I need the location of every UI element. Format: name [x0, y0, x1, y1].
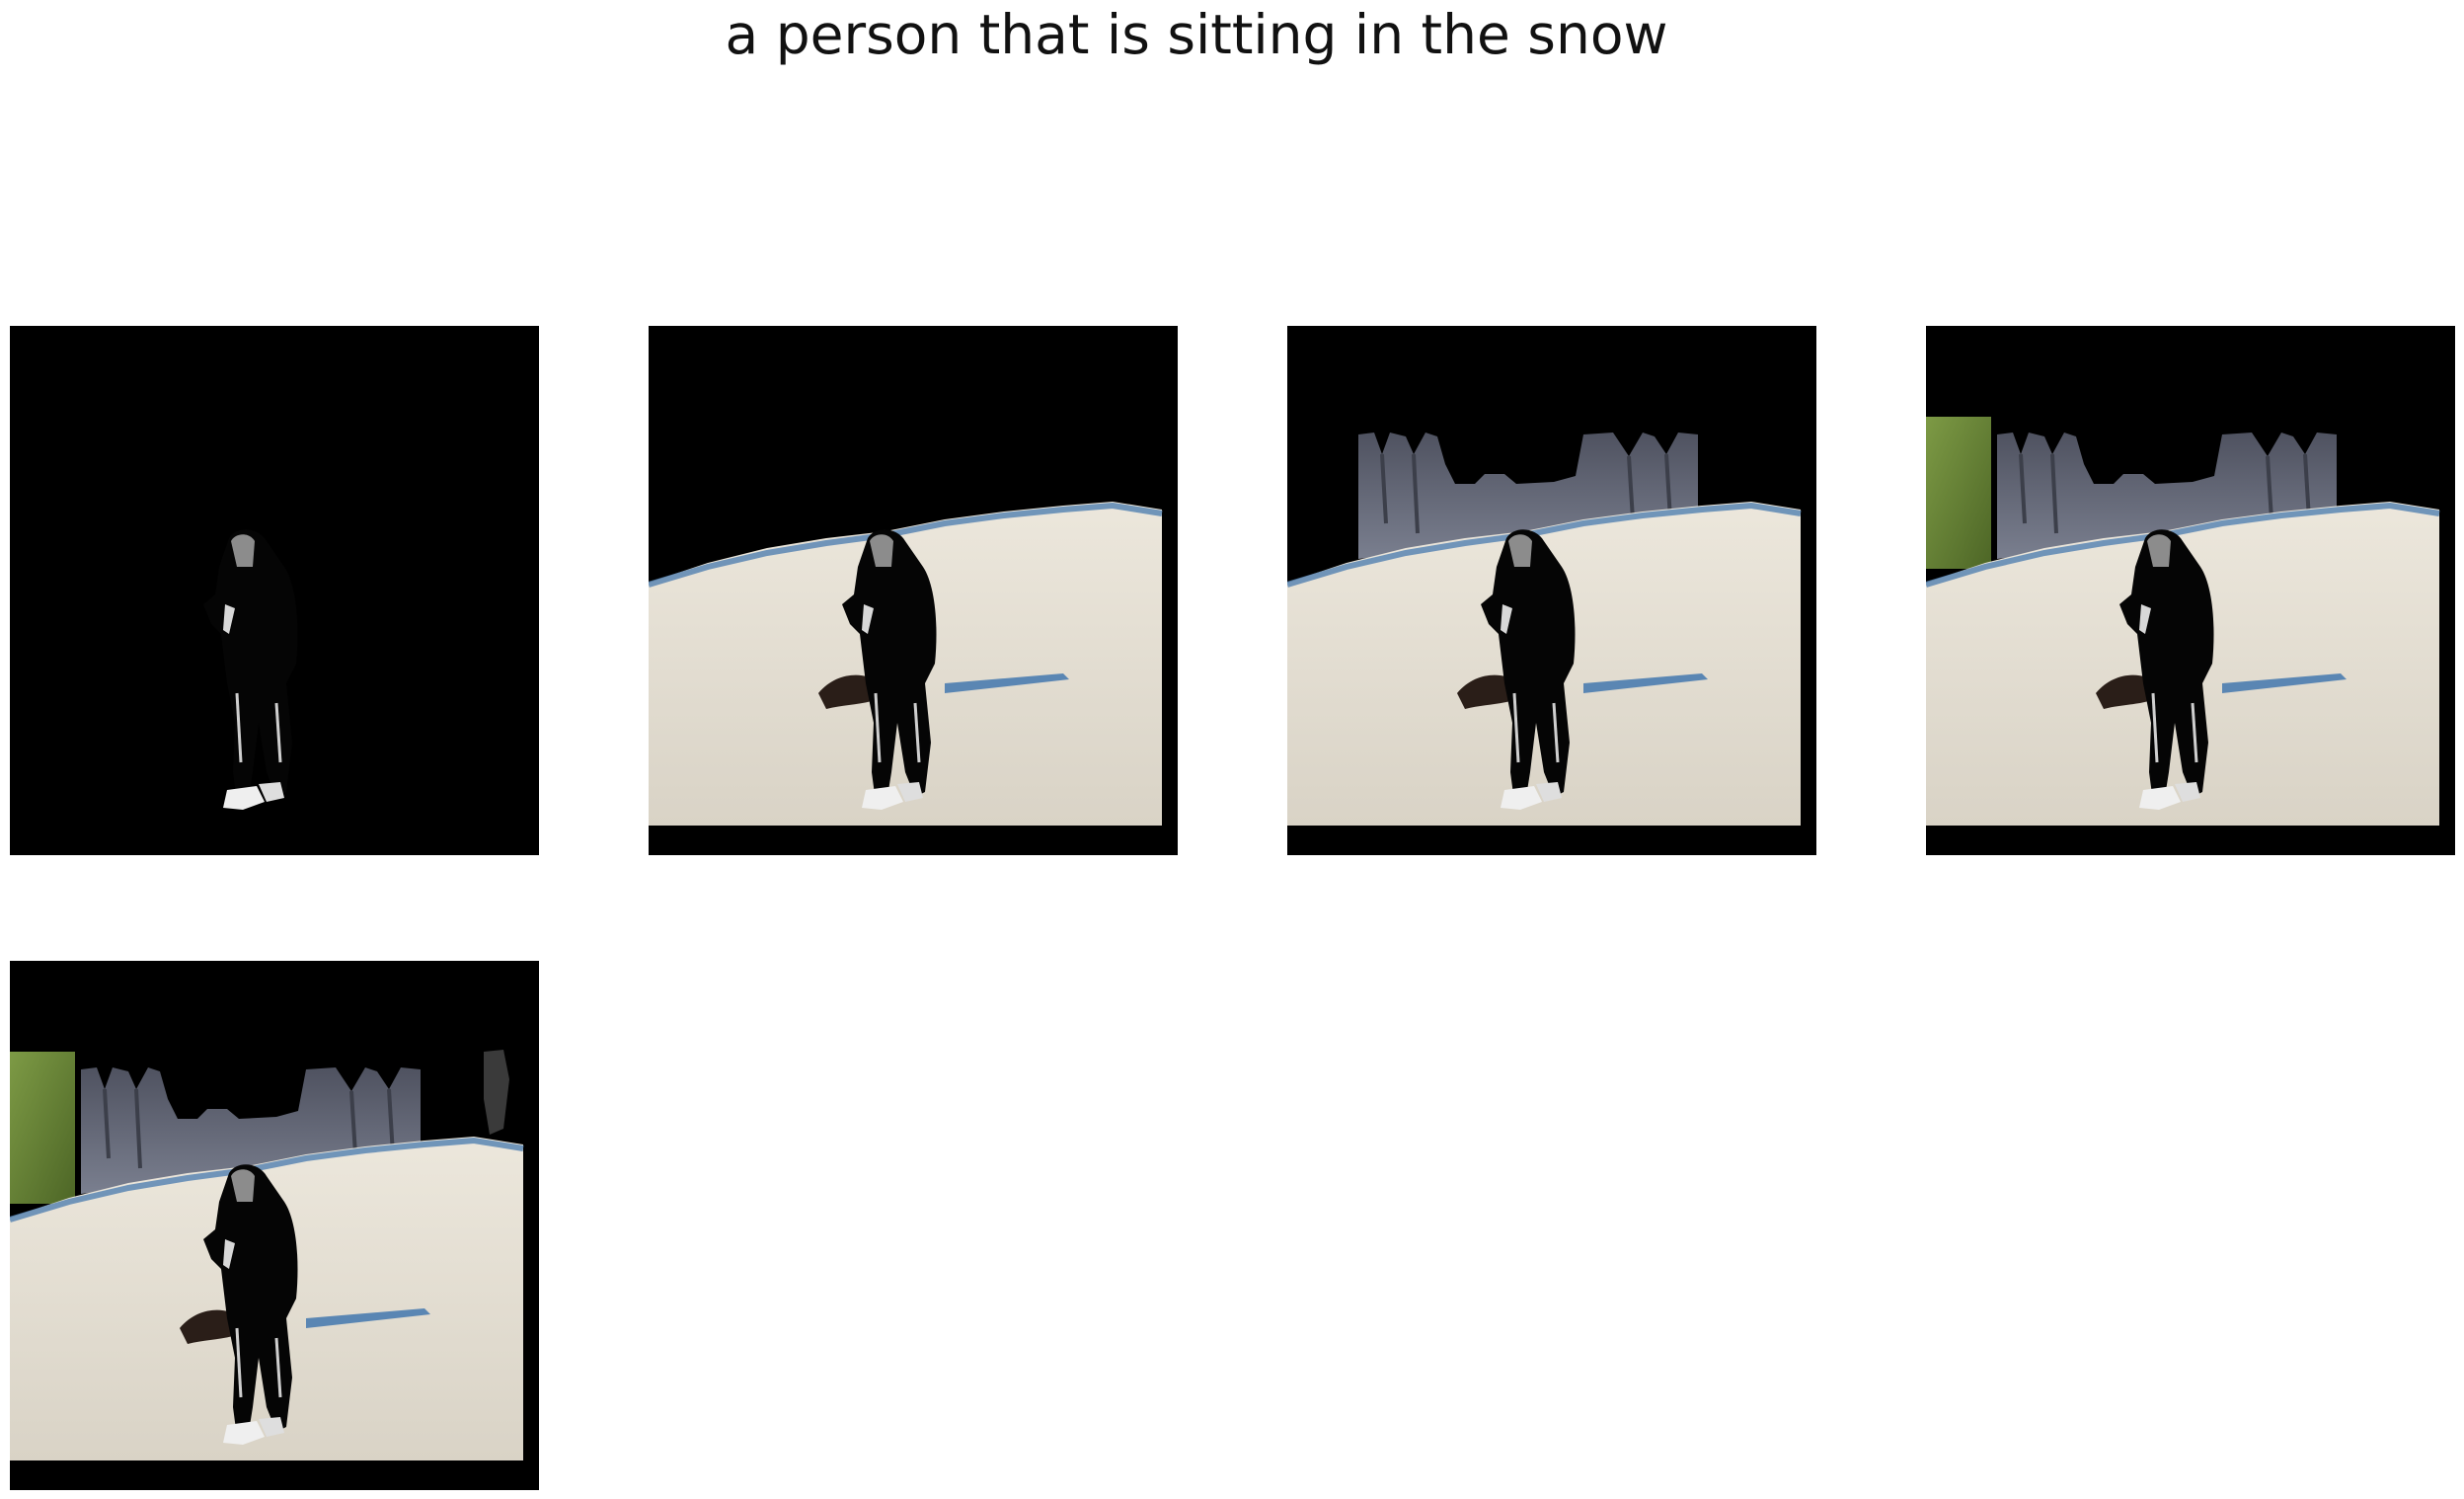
panel-person-only	[10, 326, 539, 855]
panel-person-snow	[649, 326, 1178, 855]
panel-person-snow-trees-grass	[1926, 326, 2455, 855]
figure-caption: a person that is sitting in the snow	[725, 3, 1668, 66]
panel-person-snow-trees	[1287, 326, 1816, 855]
panel-full-composite	[10, 961, 539, 1490]
